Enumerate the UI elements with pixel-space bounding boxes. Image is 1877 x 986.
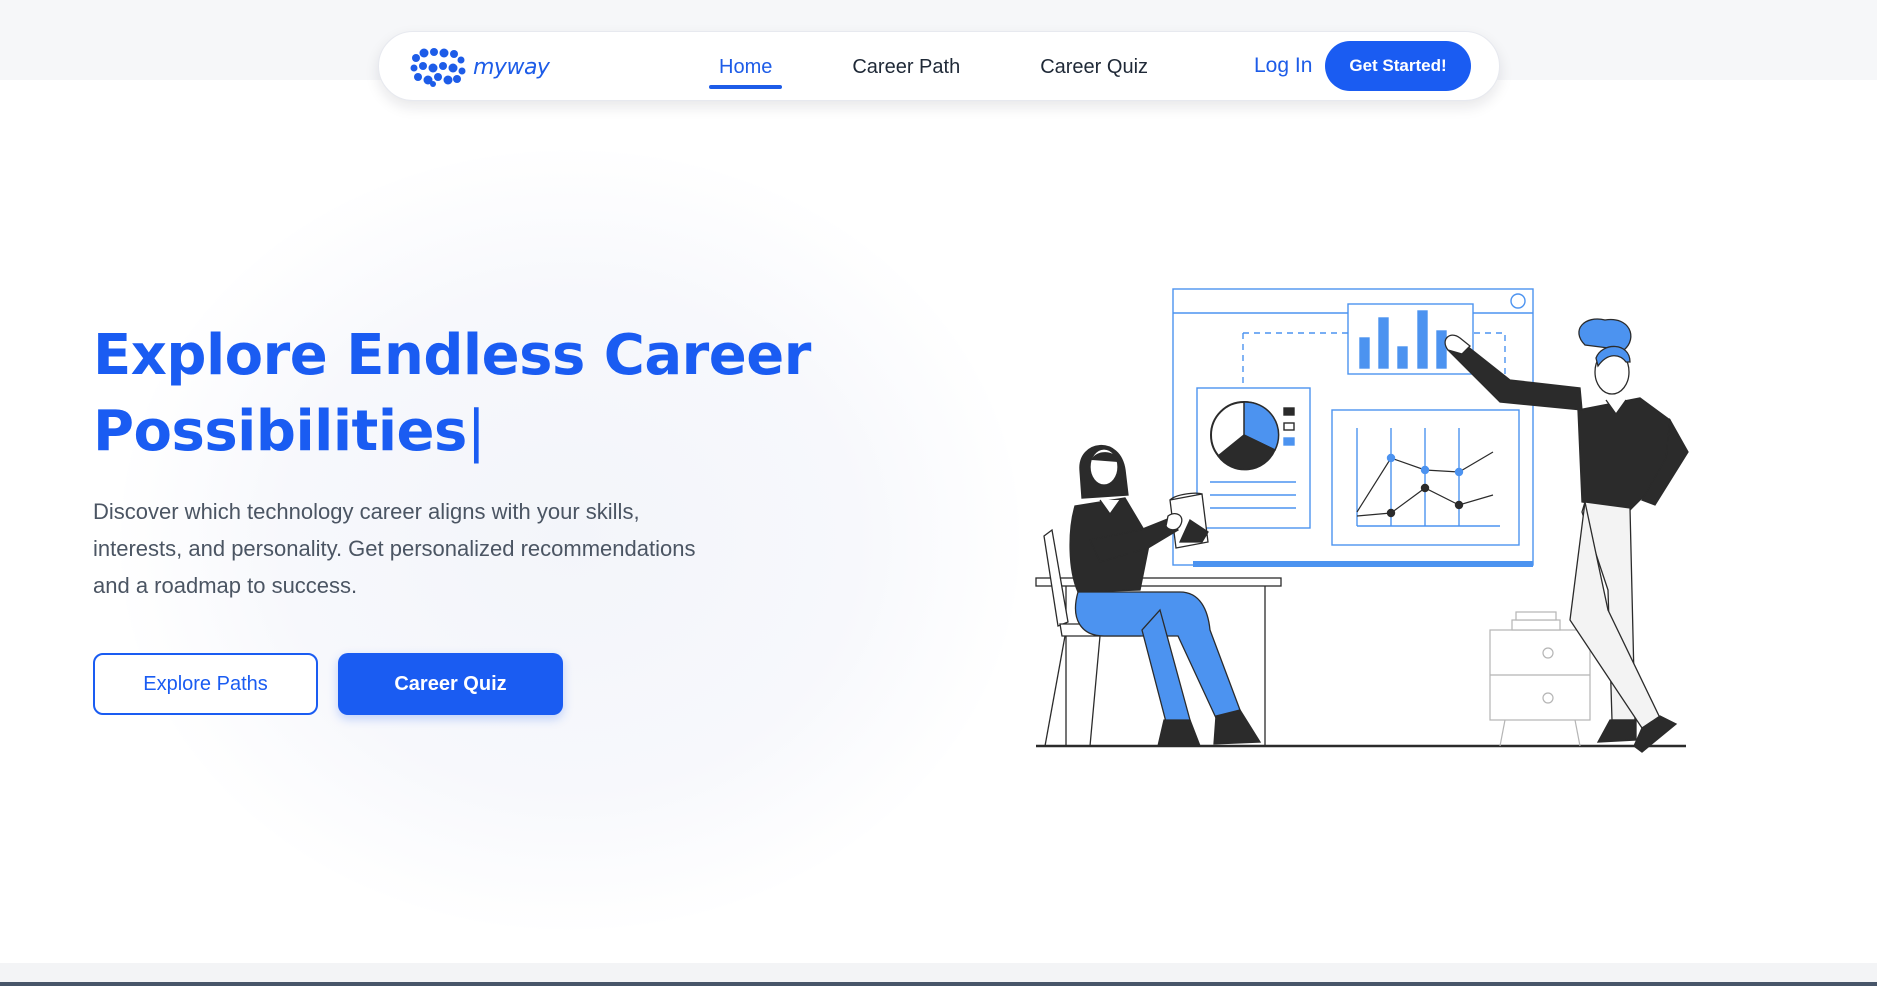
navbar: myway Home Career Path Career Quiz Log I… [378, 31, 1500, 101]
login-link[interactable]: Log In [1254, 54, 1312, 78]
explore-paths-button[interactable]: Explore Paths [93, 653, 318, 715]
dashboard-board [1172, 288, 1534, 567]
logo-text: myway [473, 54, 550, 80]
footer-line [0, 982, 1877, 986]
side-table [1489, 611, 1591, 747]
footer-band [0, 963, 1877, 982]
typing-cursor: | [466, 399, 486, 464]
hero-title-text: Explore Endless Career Possibilities [93, 323, 811, 464]
get-started-button[interactable]: Get Started! [1325, 41, 1471, 91]
career-presentation-illustration [1035, 288, 1689, 753]
hero-title: Explore Endless Career Possibilities| [93, 318, 813, 470]
hero-description: Discover which technology career aligns … [93, 499, 696, 598]
nav-link-career-quiz[interactable]: Career Quiz [1030, 52, 1158, 89]
nav-link-career-path[interactable]: Career Path [842, 52, 970, 89]
nav-links: Home Career Path Career Quiz [709, 52, 1218, 89]
myway-logo-icon [410, 48, 466, 87]
nav-link-home[interactable]: Home [709, 52, 783, 89]
career-quiz-button[interactable]: Career Quiz [338, 653, 563, 715]
logo[interactable]: myway [409, 46, 550, 88]
